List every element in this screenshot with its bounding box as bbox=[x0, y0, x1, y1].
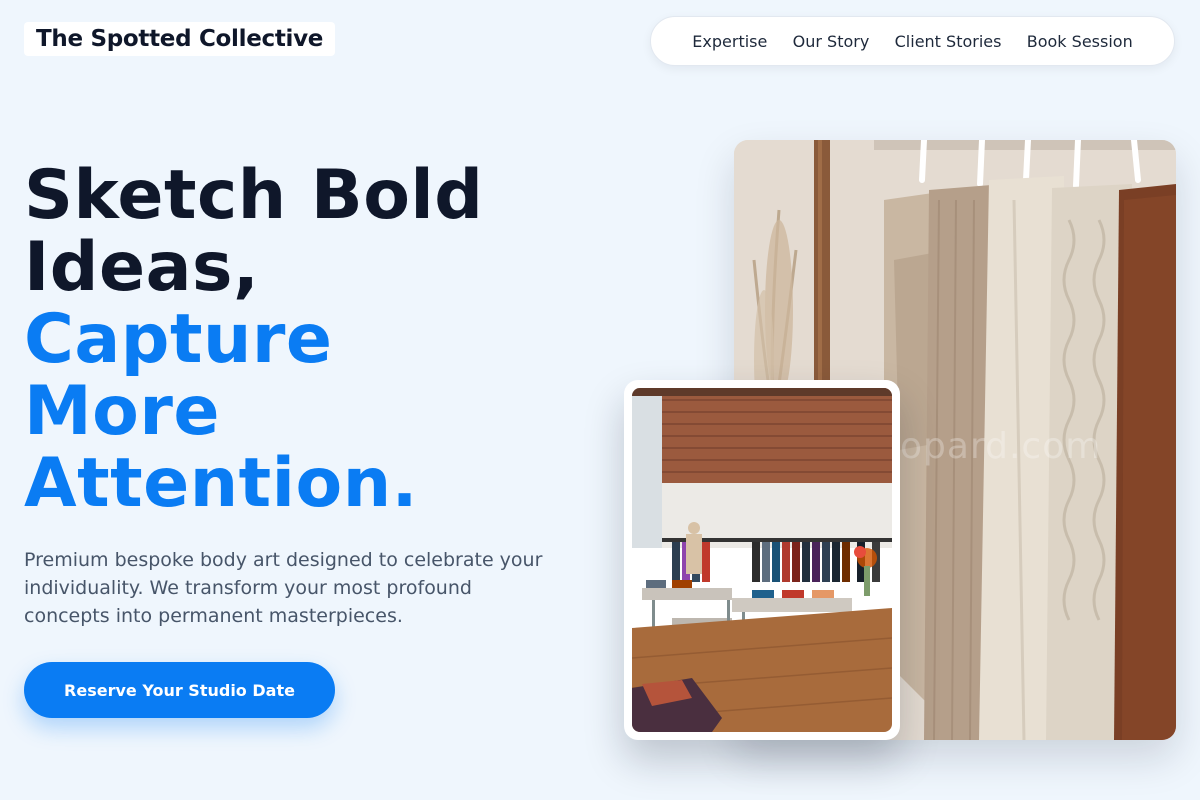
watermark-text: opard.com bbox=[900, 426, 1102, 467]
hero-description: Premium bespoke body art designed to cel… bbox=[24, 549, 543, 627]
headline-line-5: Attention. bbox=[24, 444, 418, 523]
headline-line-2: Ideas, bbox=[24, 228, 260, 307]
nav-item-book-session[interactable]: Book Session bbox=[1027, 32, 1133, 51]
hero-headline: Sketch Bold Ideas, Capture More Attentio… bbox=[24, 160, 584, 520]
nav-item-expertise[interactable]: Expertise bbox=[692, 32, 767, 51]
headline-line-1: Sketch Bold bbox=[24, 156, 484, 235]
main-nav: Expertise Our Story Client Stories Book … bbox=[650, 16, 1175, 66]
nav-item-client-stories[interactable]: Client Stories bbox=[895, 32, 1002, 51]
reserve-studio-date-button[interactable]: Reserve Your Studio Date bbox=[24, 662, 335, 718]
clothing-store-interior-photo bbox=[624, 380, 900, 740]
headline-line-4: More bbox=[24, 372, 221, 451]
nav-item-our-story[interactable]: Our Story bbox=[793, 32, 870, 51]
brand-logo[interactable]: The Spotted Collective bbox=[24, 22, 336, 56]
headline-line-3: Capture bbox=[24, 300, 333, 379]
